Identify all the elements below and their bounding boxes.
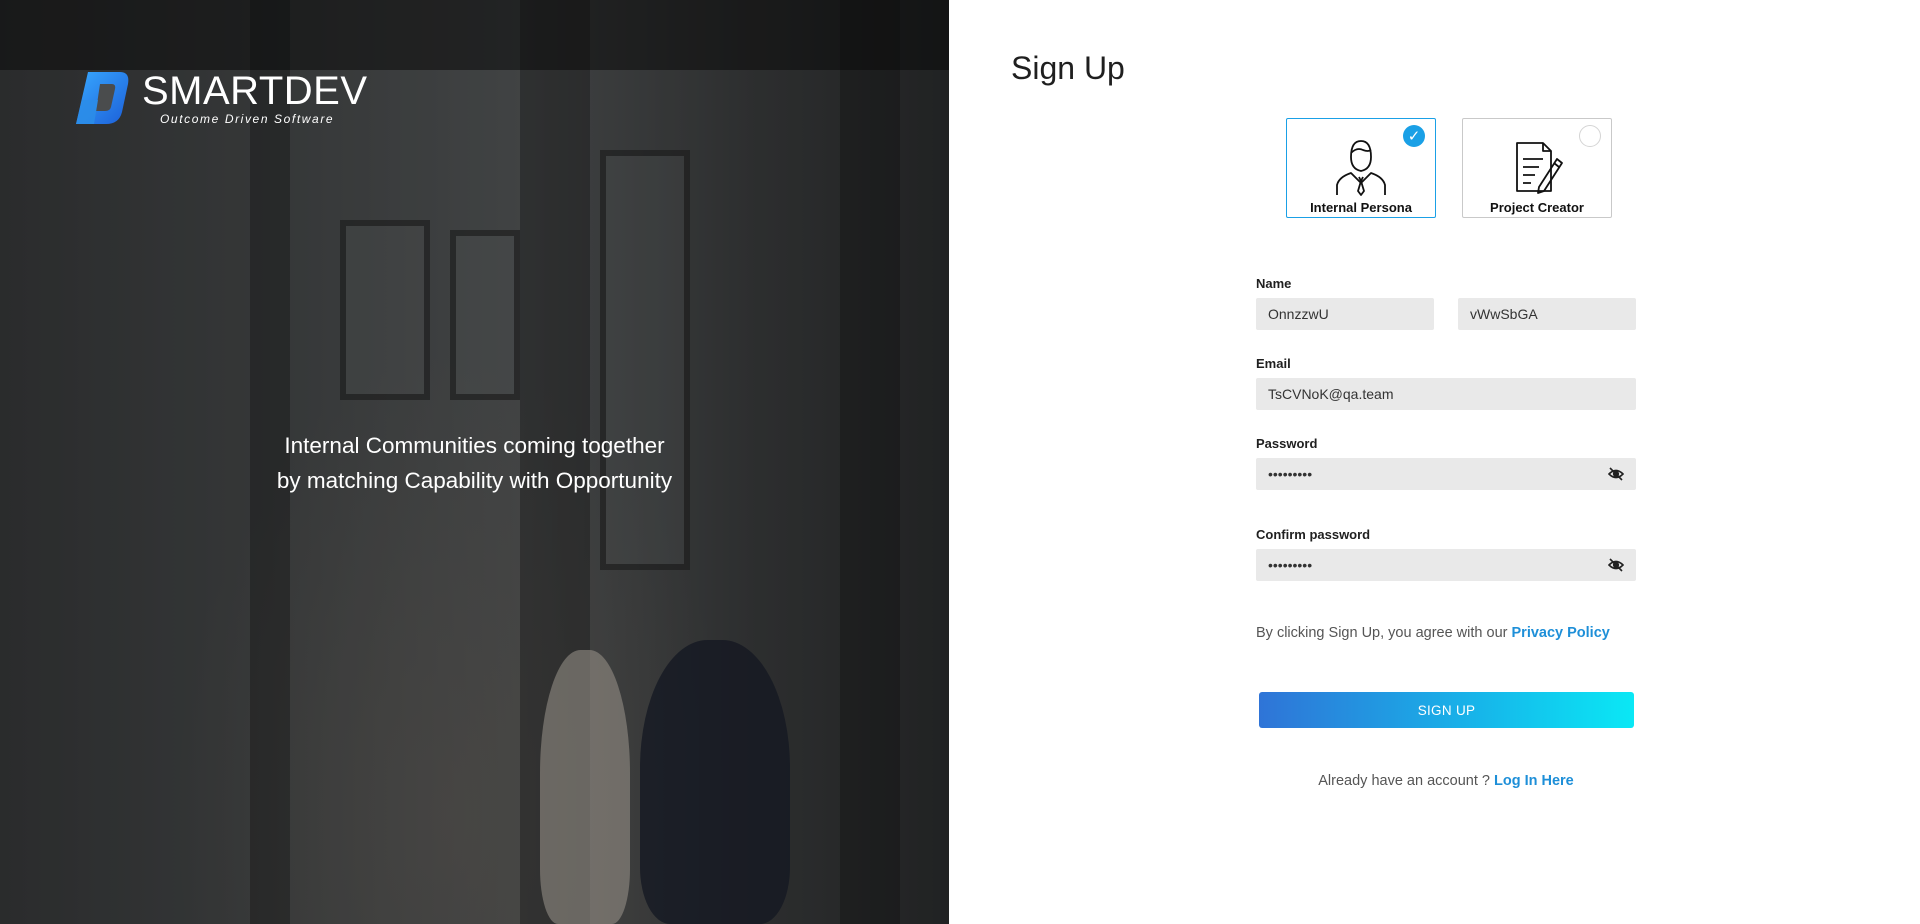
hero-panel: SMARTDEV Outcome Driven Software Interna… [0,0,949,924]
password-input[interactable]: ••••••••• [1256,458,1636,490]
email-label: Email [1256,356,1291,371]
eye-hidden-icon[interactable] [1608,557,1624,573]
email-input[interactable]: TsCVNoK@qa.team [1256,378,1636,410]
confirm-password-input[interactable]: ••••••••• [1256,549,1636,581]
logo-mark-icon [76,72,129,124]
login-text: Already have an account ? [1318,773,1490,789]
role-card-project-creator[interactable]: Project Creator [1462,118,1612,218]
privacy-notice: By clicking Sign Up, you agree with our … [1256,625,1610,641]
signup-panel: Sign Up ✓ Internal Persona Project Creat [949,0,1920,924]
role-card-internal-persona[interactable]: ✓ Internal Persona [1286,118,1436,218]
radio-empty-icon [1579,125,1601,147]
name-label: Name [1256,276,1292,291]
login-prompt: Already have an account ? Log In Here [1256,773,1636,789]
hero-line-2: by matching Capability with Opportunity [276,468,673,493]
role-label: Internal Persona [1310,200,1412,215]
sign-up-button[interactable]: SIGN UP [1259,692,1634,728]
password-field: ••••••••• [1256,458,1636,490]
page-title: Sign Up [1011,50,1125,86]
hero-line-1: Internal Communities coming together [284,433,665,458]
password-label: Password [1256,436,1318,451]
document-pen-icon [1516,142,1563,194]
privacy-text: By clicking Sign Up, you agree with our [1256,625,1508,641]
confirm-password-field: ••••••••• [1256,549,1636,581]
last-name-input[interactable]: vWwSbGA [1458,298,1636,330]
brand-tagline: Outcome Driven Software [160,112,335,126]
brand-name: SMARTDEV [142,69,368,113]
first-name-input[interactable]: OnnzzwU [1256,298,1434,330]
privacy-policy-link[interactable]: Privacy Policy [1512,625,1610,641]
smartdev-logo: SMARTDEV Outcome Driven Software [74,70,368,126]
log-in-link[interactable]: Log In Here [1494,773,1574,789]
check-icon: ✓ [1403,125,1425,147]
confirm-password-label: Confirm password [1256,527,1371,542]
person-icon [1336,140,1386,196]
role-label: Project Creator [1490,200,1584,215]
eye-hidden-icon[interactable] [1608,466,1624,482]
hero-tagline: Internal Communities coming together by … [0,428,949,498]
